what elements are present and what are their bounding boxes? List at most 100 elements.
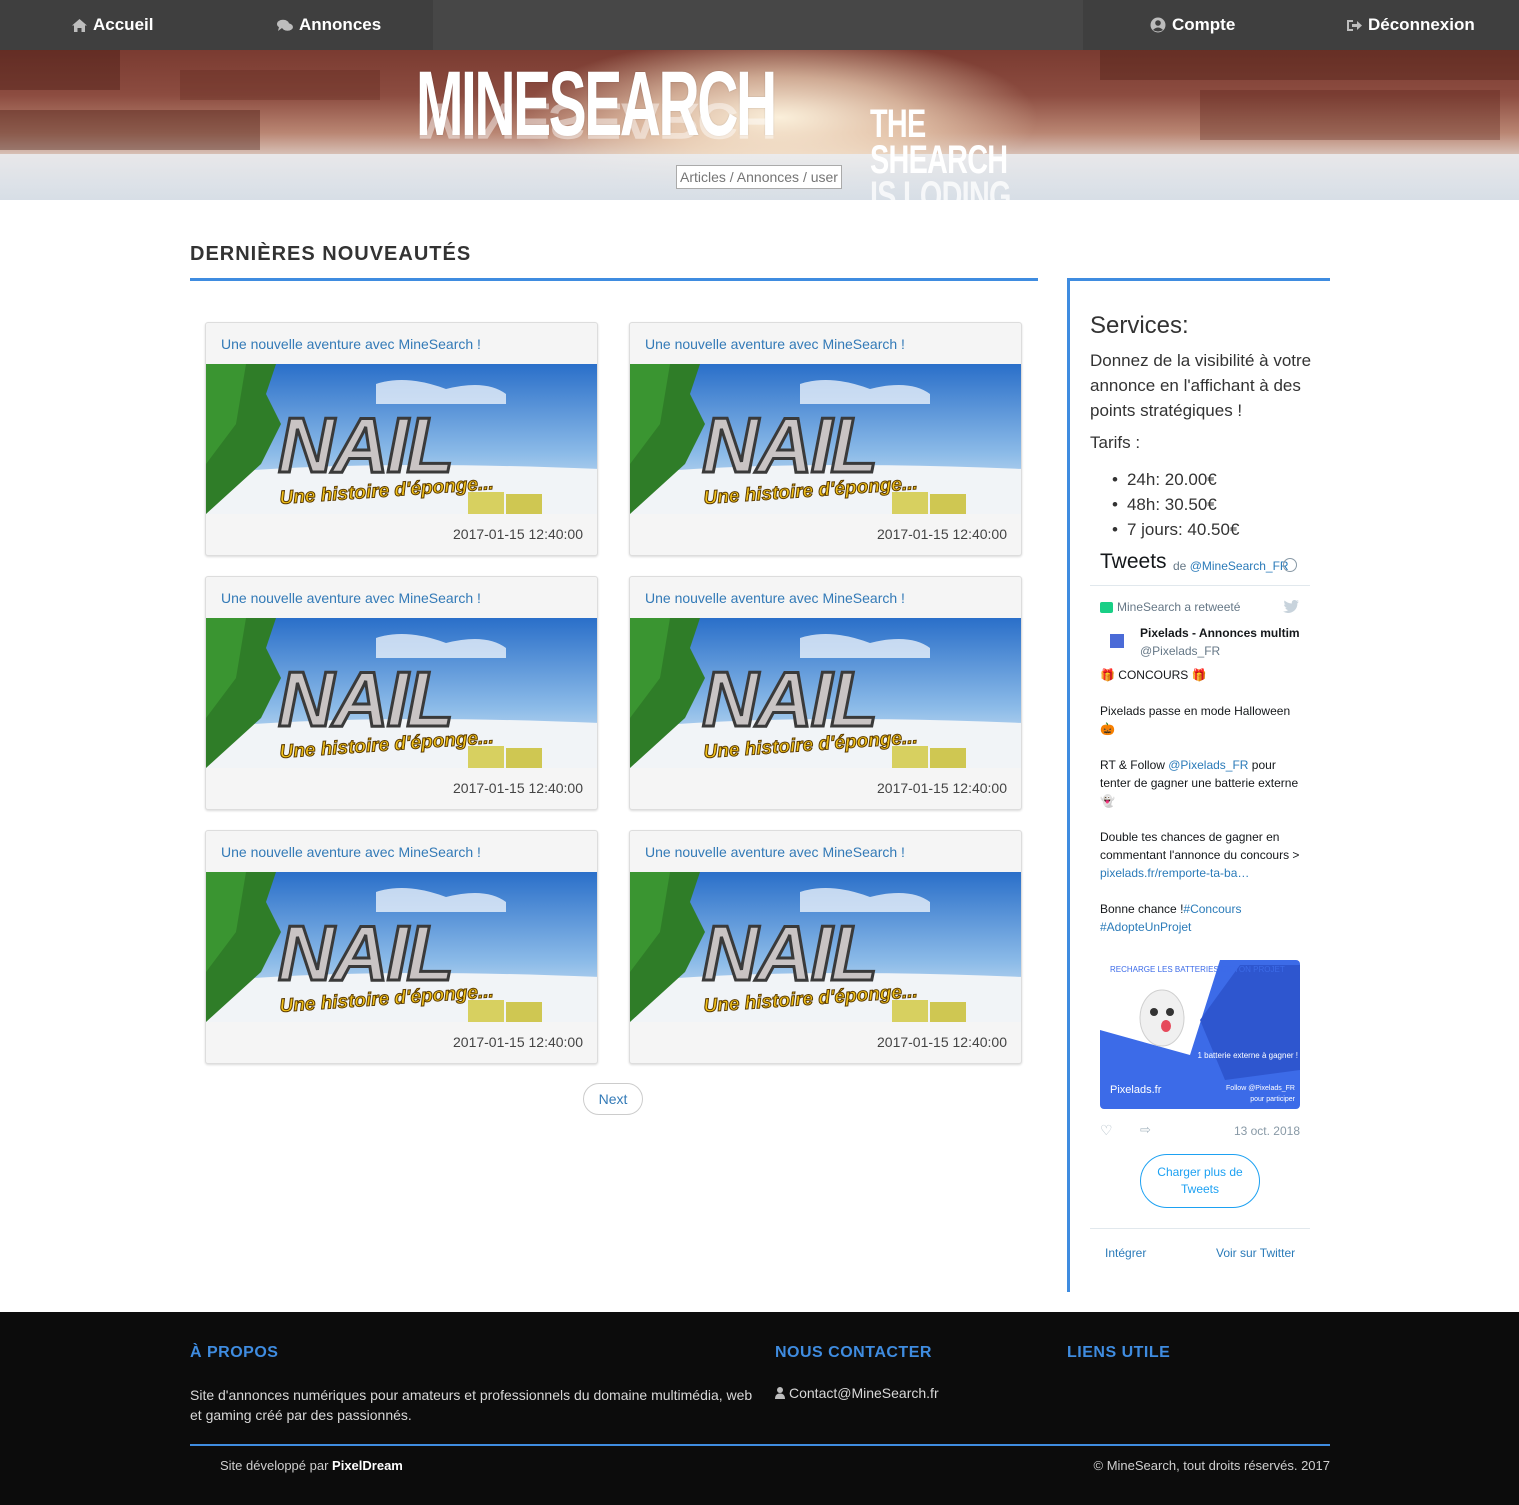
footer-contact-title: NOUS CONTACTER	[775, 1344, 932, 1361]
load-more-tweets-button[interactable]: Charger plus de Tweets	[1140, 1154, 1260, 1208]
embed-link[interactable]: Intégrer	[1105, 1246, 1146, 1260]
tarifs-label: Tarifs :	[1090, 433, 1141, 452]
dev-name[interactable]: PixelDream	[332, 1458, 403, 1473]
retweet-indicator: MineSearch a retweeté	[1100, 600, 1240, 614]
dev-prefix: Site développé par	[220, 1458, 333, 1473]
search-input[interactable]	[676, 165, 842, 189]
services-description: Donnez de la visibilité à votre annonce …	[1090, 351, 1312, 420]
user-icon	[775, 1387, 785, 1399]
footer-divider	[190, 1444, 1330, 1446]
twitter-by-prefix: de	[1173, 559, 1187, 573]
nail-thumbnail-image: NAIL Une histoire d'éponge...	[630, 872, 1021, 1022]
tweet-date[interactable]: 13 oct. 2018	[1234, 1124, 1300, 1138]
news-card-image[interactable]: NAIL Une histoire d'éponge...	[206, 872, 597, 1022]
news-card-image[interactable]: NAIL Une histoire d'éponge...	[206, 364, 597, 514]
site-tagline: THE SHEARCH IS LODING...	[870, 104, 1033, 200]
nav-logout-label: Déconnexion	[1368, 15, 1475, 34]
footer-contact: Contact@MineSearch.fr	[775, 1385, 939, 1401]
sign-out-icon	[1347, 19, 1362, 31]
twitter-by-handle[interactable]: @MineSearch_FR	[1190, 559, 1289, 573]
news-card[interactable]: Une nouvelle aventure avec MineSearch !	[205, 322, 598, 556]
news-card-title[interactable]: Une nouvelle aventure avec MineSearch !	[645, 336, 905, 352]
retweet-icon	[1100, 601, 1113, 613]
nail-thumbnail-image: NAIL Une histoire d'éponge...	[206, 872, 597, 1022]
news-card-image[interactable]: NAIL Une histoire d'éponge...	[630, 618, 1021, 768]
footer-about-text: Site d'annonces numériques pour amateurs…	[190, 1387, 753, 1423]
tweet-line: RT & Follow @Pixelads_FR pour tenter de …	[1100, 758, 1299, 808]
view-on-twitter-link[interactable]: Voir sur Twitter	[1216, 1246, 1295, 1260]
nav-home-label: Accueil	[93, 15, 154, 34]
nail-thumbnail-image: NAIL Une histoire d'éponge...	[630, 364, 1021, 514]
nav-annonces[interactable]: Annonces	[277, 0, 381, 50]
news-card[interactable]: Une nouvelle aventure avec MineSearch !	[629, 322, 1022, 556]
media-participate: pour participer	[1250, 1096, 1295, 1103]
svg-text:NAIL: NAIL	[278, 401, 452, 489]
media-follow: Follow @Pixelads_FR	[1226, 1085, 1295, 1092]
user-circle-icon	[1150, 17, 1166, 33]
news-card-image[interactable]: NAIL Une histoire d'éponge...	[206, 618, 597, 768]
tweet-hashtag-link[interactable]: #AdopteUnProjet	[1100, 920, 1191, 934]
services-title: Services:	[1090, 312, 1189, 339]
footer-links-title: LIENS UTILE	[1067, 1344, 1171, 1361]
nail-thumbnail-image: NAIL Une histoire d'éponge...	[630, 618, 1021, 768]
tarifs-list: 24h: 20.00€ 48h: 30.50€ 7 jours: 40.50€	[1112, 467, 1239, 542]
svg-text:NAIL: NAIL	[702, 655, 876, 743]
tagline-line-2: SHEARCH	[870, 138, 1008, 182]
twitter-header: Tweets	[1100, 550, 1167, 573]
tweet-line: Pixelads passe en mode Halloween 🎃	[1100, 704, 1291, 736]
navbar-spacer	[433, 0, 1083, 50]
tarif-item: 48h: 30.50€	[1112, 492, 1239, 517]
author-avatar[interactable]	[1110, 634, 1124, 648]
next-page-button[interactable]: Next	[583, 1083, 643, 1115]
retweet-label: MineSearch a retweeté	[1117, 600, 1241, 614]
tweet-author-name[interactable]: Pixelads - Annonces multim	[1140, 626, 1310, 640]
info-icon[interactable]	[1283, 558, 1297, 572]
tarif-item: 24h: 20.00€	[1112, 467, 1239, 492]
heart-icon[interactable]: ♡	[1100, 1122, 1113, 1139]
tarif-item: 7 jours: 40.50€	[1112, 517, 1239, 542]
tweet-hashtag-link[interactable]: #Concours	[1183, 902, 1241, 916]
section-title: DERNIÈRES NOUVEAUTÉS	[190, 243, 472, 265]
news-card[interactable]: Une nouvelle aventure avec MineSearch !	[629, 830, 1022, 1064]
pixelads-contest-image: RECHARGE LES BATTERIES DE TON PROJET 1 b…	[1100, 960, 1300, 1109]
news-card-title[interactable]: Une nouvelle aventure avec MineSearch !	[645, 590, 905, 606]
footer-about-title: À PROPOS	[190, 1344, 279, 1361]
news-card-date: 2017-01-15 12:40:00	[453, 780, 583, 796]
svg-text:NAIL: NAIL	[702, 401, 876, 489]
tweet-author-handle[interactable]: @Pixelads_FR	[1140, 644, 1220, 658]
news-card-title[interactable]: Une nouvelle aventure avec MineSearch !	[645, 844, 905, 860]
news-card[interactable]: Une nouvelle aventure avec MineSearch !	[629, 576, 1022, 810]
nail-thumbnail-image: NAIL Une histoire d'éponge...	[206, 618, 597, 768]
news-card-title[interactable]: Une nouvelle aventure avec MineSearch !	[221, 844, 481, 860]
svg-text:NAIL: NAIL	[702, 909, 876, 997]
nav-logout[interactable]: Déconnexion	[1347, 0, 1475, 50]
news-card[interactable]: Une nouvelle aventure avec MineSearch !	[205, 830, 598, 1064]
tweet-url-link[interactable]: pixelads.fr/remporte-ta-ba…	[1100, 866, 1249, 880]
site-logo-reflection: MINESEARCH	[416, 92, 775, 149]
nav-account[interactable]: Compte	[1150, 0, 1235, 50]
nav-home[interactable]: Accueil	[72, 0, 153, 50]
news-card-image[interactable]: NAIL Une histoire d'éponge...	[630, 872, 1021, 1022]
media-brand: Pixelads.fr	[1110, 1084, 1162, 1096]
nav-annonces-label: Annonces	[299, 15, 382, 34]
svg-text:NAIL: NAIL	[278, 655, 452, 743]
news-card-image[interactable]: NAIL Une histoire d'éponge...	[630, 364, 1021, 514]
home-icon	[72, 18, 87, 32]
news-card-title[interactable]: Une nouvelle aventure avec MineSearch !	[221, 590, 481, 606]
tweet-mention-link[interactable]: @Pixelads_FR	[1168, 758, 1248, 772]
news-card-date: 2017-01-15 12:40:00	[877, 1034, 1007, 1050]
share-icon[interactable]: ⇨	[1140, 1122, 1151, 1138]
section-divider	[190, 278, 1038, 281]
tweet-line: Double tes chances de gagner en commenta…	[1100, 830, 1300, 880]
news-card-date: 2017-01-15 12:40:00	[877, 780, 1007, 796]
twitter-header-by: de @MineSearch_FR	[1173, 559, 1289, 573]
twitter-bird-icon[interactable]	[1283, 600, 1299, 613]
contact-email-link[interactable]: Contact@MineSearch.fr	[789, 1385, 939, 1401]
tweet-line: 🎁 CONCOURS 🎁	[1100, 668, 1207, 682]
tweet-media-image[interactable]: RECHARGE LES BATTERIES DE TON PROJET 1 b…	[1100, 960, 1300, 1109]
news-card-date: 2017-01-15 12:40:00	[453, 526, 583, 542]
tagline-line-3: IS LODING...	[870, 174, 1033, 200]
media-headline: RECHARGE LES BATTERIES DE TON PROJET	[1110, 965, 1285, 974]
news-card-title[interactable]: Une nouvelle aventure avec MineSearch !	[221, 336, 481, 352]
news-card[interactable]: Une nouvelle aventure avec MineSearch !	[205, 576, 598, 810]
